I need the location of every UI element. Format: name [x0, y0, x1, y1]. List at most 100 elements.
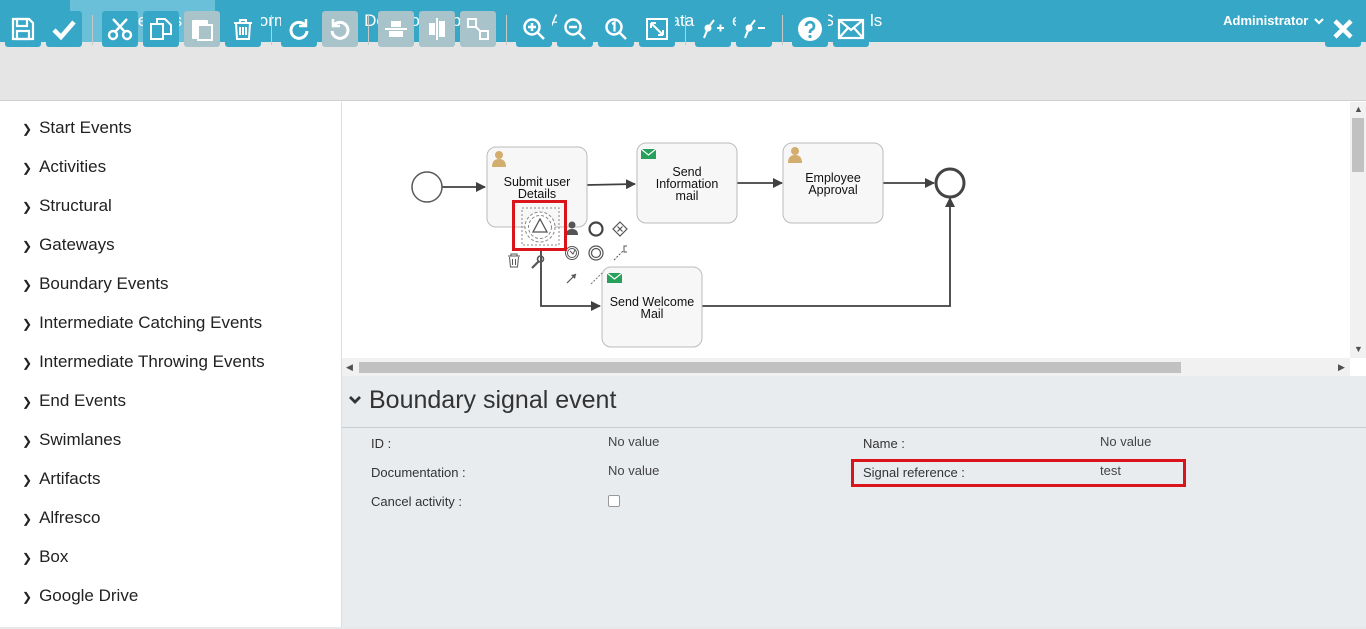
end-event[interactable] — [934, 167, 966, 199]
toolbar-separator — [782, 15, 783, 45]
horizontal-scroll-thumb[interactable] — [359, 362, 1181, 373]
sequence-flow-icon[interactable] — [566, 273, 577, 284]
palette-item-label: Google Drive — [39, 586, 139, 605]
bend-point-add-icon[interactable] — [695, 11, 731, 47]
chevron-right-icon: ❯ — [22, 551, 33, 565]
palette-item-end-events[interactable]: ❯ End Events — [22, 390, 126, 412]
highlight-boundary-event — [512, 200, 567, 251]
cancel-activity-checkbox[interactable] — [608, 495, 620, 507]
toolbar-separator — [506, 15, 507, 45]
palette-item-label: Structural — [39, 196, 112, 215]
association-icon[interactable] — [590, 272, 603, 285]
chevron-right-icon: ❯ — [22, 356, 33, 370]
intermediate-event-icon[interactable] — [565, 246, 579, 260]
chevron-down-icon — [348, 392, 362, 409]
zoom-out-icon[interactable] — [557, 11, 593, 47]
scroll-right-icon[interactable]: ▶ — [1338, 362, 1345, 373]
properties-title-text: Boundary signal event — [369, 386, 617, 414]
task-label-send-info-3: mail — [676, 189, 699, 203]
palette-item-label: Activities — [39, 157, 107, 176]
palette-item-label: Artifacts — [39, 469, 101, 488]
task-label-welcome-2: Mail — [641, 307, 664, 321]
palette-item-label: End Events — [39, 391, 127, 410]
copy-icon[interactable] — [143, 11, 179, 47]
palette-item-label: Box — [39, 547, 69, 566]
save-icon[interactable] — [5, 11, 41, 47]
palette-item-structural[interactable]: ❯ Structural — [22, 195, 112, 217]
toolbar-separator — [685, 15, 686, 45]
validate-icon[interactable] — [46, 11, 82, 47]
chevron-right-icon: ❯ — [22, 278, 33, 292]
task-label-submit-2: Details — [518, 187, 556, 201]
palette-item-label: Intermediate Catching Events — [39, 313, 263, 332]
end-event-icon[interactable] — [588, 221, 604, 237]
palette-item-label: Gateways — [39, 235, 115, 254]
divider — [342, 427, 1366, 428]
diagram-canvas[interactable]: Submit user Details Send Information mai… — [342, 102, 1350, 358]
documentation-value[interactable]: No value — [608, 463, 659, 478]
mail-task-icon — [640, 148, 657, 159]
properties-title[interactable]: Boundary signal event — [348, 386, 616, 415]
chevron-right-icon: ❯ — [22, 473, 33, 487]
vertical-scroll-thumb[interactable] — [1352, 118, 1364, 172]
highlight-signal-reference — [851, 459, 1186, 487]
editor-toolbar — [0, 42, 1366, 101]
palette-item-box[interactable]: ❯ Box — [22, 546, 68, 568]
palette-item-label: Intermediate Throwing Events — [39, 352, 265, 371]
toolbar-separator — [92, 15, 93, 45]
cut-icon[interactable] — [102, 11, 138, 47]
palette-item-intermediate-catching-events[interactable]: ❯ Intermediate Catching Events — [22, 312, 262, 334]
palette-item-artifacts[interactable]: ❯ Artifacts — [22, 468, 100, 490]
close-icon[interactable] — [1325, 11, 1361, 47]
scroll-left-icon[interactable]: ◀ — [346, 362, 353, 373]
task-label-approval-2: Approval — [808, 183, 857, 197]
palette-item-label: Swimlanes — [39, 430, 122, 449]
scroll-up-icon[interactable]: ▲ — [1354, 104, 1363, 114]
palette-item-google-drive[interactable]: ❯ Google Drive — [22, 585, 138, 607]
chevron-right-icon: ❯ — [22, 434, 33, 448]
palette-item-boundary-events[interactable]: ❯ Boundary Events — [22, 273, 169, 295]
chevron-right-icon: ❯ — [22, 122, 33, 136]
feedback-icon[interactable] — [833, 11, 869, 47]
start-event[interactable] — [411, 171, 443, 203]
bend-point-remove-icon[interactable] — [736, 11, 772, 47]
palette-item-label: Alfresco — [39, 508, 101, 527]
gateway-icon[interactable] — [612, 221, 628, 237]
same-size-icon[interactable] — [460, 11, 496, 47]
id-label: ID : — [371, 436, 392, 451]
name-label: Name : — [863, 436, 905, 451]
undo-icon[interactable] — [322, 11, 358, 47]
zoom-fit-icon[interactable] — [639, 11, 675, 47]
align-vertical-icon[interactable] — [378, 11, 414, 47]
palette-item-intermediate-throwing-events[interactable]: ❯ Intermediate Throwing Events — [22, 351, 265, 373]
name-value[interactable]: No value — [1100, 434, 1151, 449]
trash-icon[interactable] — [508, 253, 520, 268]
boundary-event-icon[interactable] — [588, 245, 604, 261]
palette-item-activities[interactable]: ❯ Activities — [22, 156, 106, 178]
paste-icon[interactable] — [184, 11, 220, 47]
chevron-right-icon: ❯ — [22, 161, 33, 175]
palette-item-gateways[interactable]: ❯ Gateways — [22, 234, 115, 256]
help-icon[interactable] — [792, 11, 828, 47]
align-horizontal-icon[interactable] — [419, 11, 455, 47]
palette-item-label: Start Events — [39, 118, 132, 137]
delete-icon[interactable] — [225, 11, 261, 47]
scroll-down-icon[interactable]: ▼ — [1354, 344, 1363, 354]
chevron-right-icon: ❯ — [22, 317, 33, 331]
zoom-in-icon[interactable] — [516, 11, 552, 47]
user-menu[interactable]: Administrator — [1223, 13, 1324, 28]
id-value[interactable]: No value — [608, 434, 659, 449]
documentation-label: Documentation : — [371, 465, 466, 480]
palette-item-label: Boundary Events — [39, 274, 169, 293]
chevron-right-icon: ❯ — [22, 395, 33, 409]
text-annotation-icon[interactable] — [613, 245, 627, 261]
palette-item-swimlanes[interactable]: ❯ Swimlanes — [22, 429, 121, 451]
toolbar-separator — [368, 15, 369, 45]
zoom-actual-icon[interactable] — [598, 11, 634, 47]
sequence-flow[interactable] — [586, 179, 636, 190]
palette-item-start-events[interactable]: ❯ Start Events — [22, 117, 132, 139]
palette-item-alfresco[interactable]: ❯ Alfresco — [22, 507, 100, 529]
chevron-right-icon: ❯ — [22, 512, 33, 526]
user-name: Administrator — [1223, 13, 1309, 28]
redo-icon[interactable] — [281, 11, 317, 47]
